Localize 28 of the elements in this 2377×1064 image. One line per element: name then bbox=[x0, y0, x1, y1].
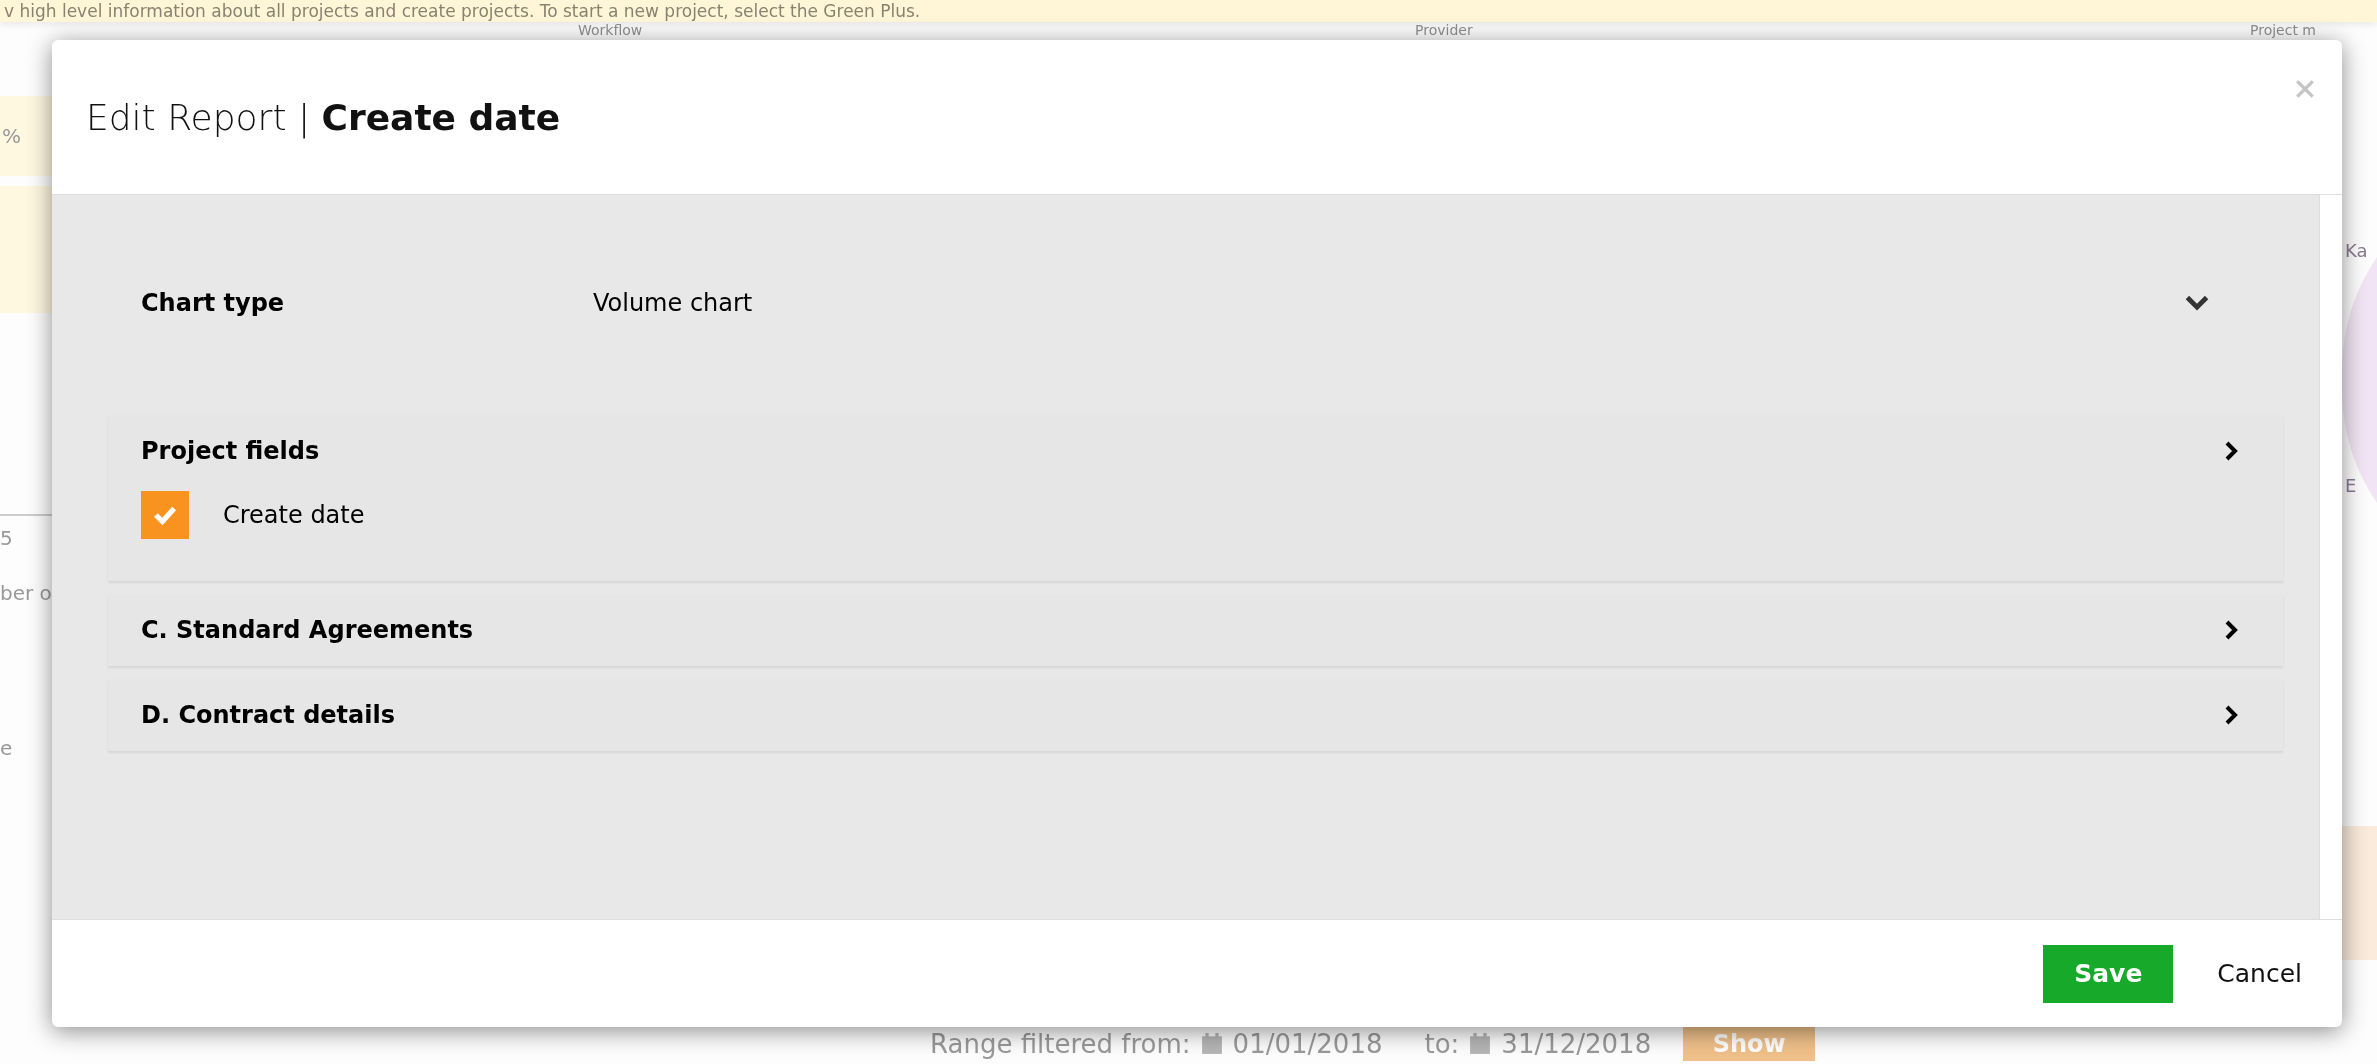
section-header[interactable]: C. Standard Agreements bbox=[108, 594, 2283, 666]
chevron-right-icon bbox=[2225, 704, 2239, 726]
field-label: Chart type bbox=[141, 289, 286, 317]
chart-type-dropdown[interactable]: Volume chart bbox=[593, 289, 2283, 317]
card-text: 5 bbox=[0, 526, 13, 550]
calendar-icon bbox=[1469, 1033, 1492, 1055]
range-label: to: bbox=[1424, 1029, 1460, 1059]
section-header[interactable]: D. Contract details bbox=[108, 679, 2283, 751]
dialog-title: Edit Report | Create date bbox=[86, 96, 561, 138]
column-header: Provider bbox=[1415, 22, 1473, 39]
pie-label: E bbox=[2345, 475, 2357, 496]
checkbox-label: Create date bbox=[223, 501, 365, 529]
section-header[interactable]: Project fields bbox=[108, 415, 2283, 487]
calendar-icon bbox=[1200, 1033, 1223, 1055]
close-icon[interactable] bbox=[2294, 78, 2316, 100]
pie-label: Ka bbox=[2345, 240, 2368, 261]
card-text: % bbox=[2, 124, 21, 148]
column-header: Project m bbox=[2250, 22, 2316, 39]
banner-text: v high level information about all projects and create projects. To start a new project, select the Green Plus. bbox=[4, 1, 921, 21]
card-text: ber o bbox=[0, 581, 52, 605]
chevron-right-icon bbox=[2225, 440, 2239, 462]
card-text: e bbox=[0, 736, 13, 760]
chevron-right-icon bbox=[2225, 619, 2239, 641]
range-label: Range filtered from: bbox=[930, 1029, 1191, 1059]
checkbox[interactable] bbox=[141, 491, 189, 539]
column-header: Workflow bbox=[578, 22, 643, 39]
chevron-down-icon bbox=[2185, 294, 2209, 312]
cancel-button[interactable]: Cancel bbox=[2217, 959, 2302, 988]
